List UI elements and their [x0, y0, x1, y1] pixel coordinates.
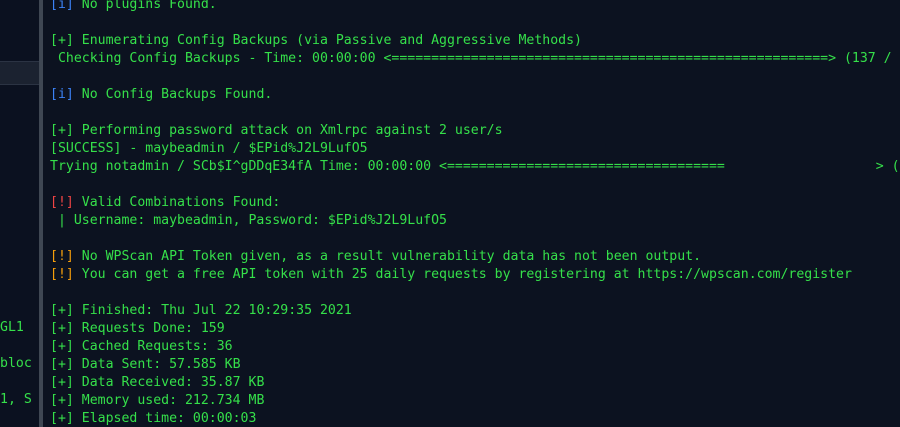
line-text: | Username: maybeadmin, Password: $EPid%…: [50, 213, 447, 228]
terminal-line: [i] No plugins Found.: [50, 0, 217, 14]
line-text: Requests Done: 159: [73, 321, 225, 336]
status-prefix: [!]: [50, 267, 74, 282]
line-text: No WPScan API Token given, as a result v…: [73, 249, 702, 264]
terminal-output[interactable]: [i] No plugins Found. [+] Enumerating Con…: [50, 0, 900, 427]
line-text: No plugins Found.: [73, 0, 217, 12]
status-prefix: [+]: [50, 411, 74, 426]
terminal-line: [+] Data Received: 35.87 KB: [50, 374, 264, 392]
terminal-line: [+] Cached Requests: 36: [50, 338, 233, 356]
terminal-line: Checking Config Backups - Time: 00:00:00…: [50, 50, 900, 68]
terminal-line: [+] Memory used: 212.734 MB: [50, 392, 264, 410]
terminal-line: [i] No Config Backups Found.: [50, 86, 272, 104]
terminal-line: Trying notadmin / SCb$I^gDDqE34fA Time: …: [50, 158, 900, 176]
status-prefix: [+]: [50, 123, 74, 138]
terminal-line: [!] Valid Combinations Found:: [50, 194, 280, 212]
terminal-line: [+] Elapsed time: 00:00:03: [50, 410, 256, 427]
pane-text-fragment: bloc: [0, 356, 32, 371]
line-text: Trying notadmin / SCb$I^gDDqE34fA Time: …: [50, 159, 900, 174]
line-text: Data Received: 35.87 KB: [73, 375, 265, 390]
line-text: You can get a free API token with 25 dai…: [73, 267, 852, 282]
status-prefix: [!]: [50, 249, 74, 264]
terminal-line: [SUCCESS] - maybeadmin / $EPid%J2L9LufO5: [50, 140, 368, 158]
line-text: Data Sent: 57.585 KB: [73, 357, 241, 372]
status-prefix: [i]: [50, 0, 74, 12]
status-prefix: [+]: [50, 321, 74, 336]
terminal-line: [+] Data Sent: 57.585 KB: [50, 356, 241, 374]
background-terminal-pane[interactable]: GL1 bloc 1, S: [0, 0, 39, 427]
line-text: Valid Combinations Found:: [73, 195, 281, 210]
status-prefix: [+]: [50, 303, 74, 318]
terminal-line: [+] Enumerating Config Backups (via Pass…: [50, 32, 582, 50]
terminal-line: | Username: maybeadmin, Password: $EPid%…: [50, 212, 447, 230]
terminal-line: [!] You can get a free API token with 25…: [50, 266, 852, 284]
line-text: [SUCCESS] - maybeadmin / $EPid%J2L9LufO5: [50, 141, 368, 156]
line-text: No Config Backups Found.: [73, 87, 273, 102]
status-prefix: [+]: [50, 375, 74, 390]
terminal-line: [!] No WPScan API Token given, as a resu…: [50, 248, 701, 266]
pane-header-bar: [0, 61, 39, 85]
line-text: Enumerating Config Backups (via Passive …: [73, 33, 582, 48]
line-text: Checking Config Backups - Time: 00:00:00…: [57, 51, 900, 66]
status-prefix: [i]: [50, 87, 74, 102]
pane-text-fragment: GL1: [0, 320, 24, 335]
line-text: Cached Requests: 36: [73, 339, 233, 354]
terminal-line: [+] Finished: Thu Jul 22 10:29:35 2021: [50, 302, 352, 320]
line-text: Elapsed time: 00:00:03: [73, 411, 257, 426]
status-prefix: [+]: [50, 339, 74, 354]
line-text: Memory used: 212.734 MB: [73, 393, 265, 408]
status-prefix: [+]: [50, 393, 74, 408]
pane-text-fragment: 1, S: [0, 392, 32, 407]
terminal-line: [+] Requests Done: 159: [50, 320, 225, 338]
status-prefix: [+]: [50, 357, 74, 372]
line-text: Finished: Thu Jul 22 10:29:35 2021: [73, 303, 352, 318]
line-text: Performing password attack on Xmlrpc aga…: [73, 123, 503, 138]
status-prefix: [!]: [50, 195, 74, 210]
terminal-line: [+] Performing password attack on Xmlrpc…: [50, 122, 503, 140]
pane-divider[interactable]: [39, 0, 43, 427]
status-prefix: [+]: [50, 33, 74, 48]
